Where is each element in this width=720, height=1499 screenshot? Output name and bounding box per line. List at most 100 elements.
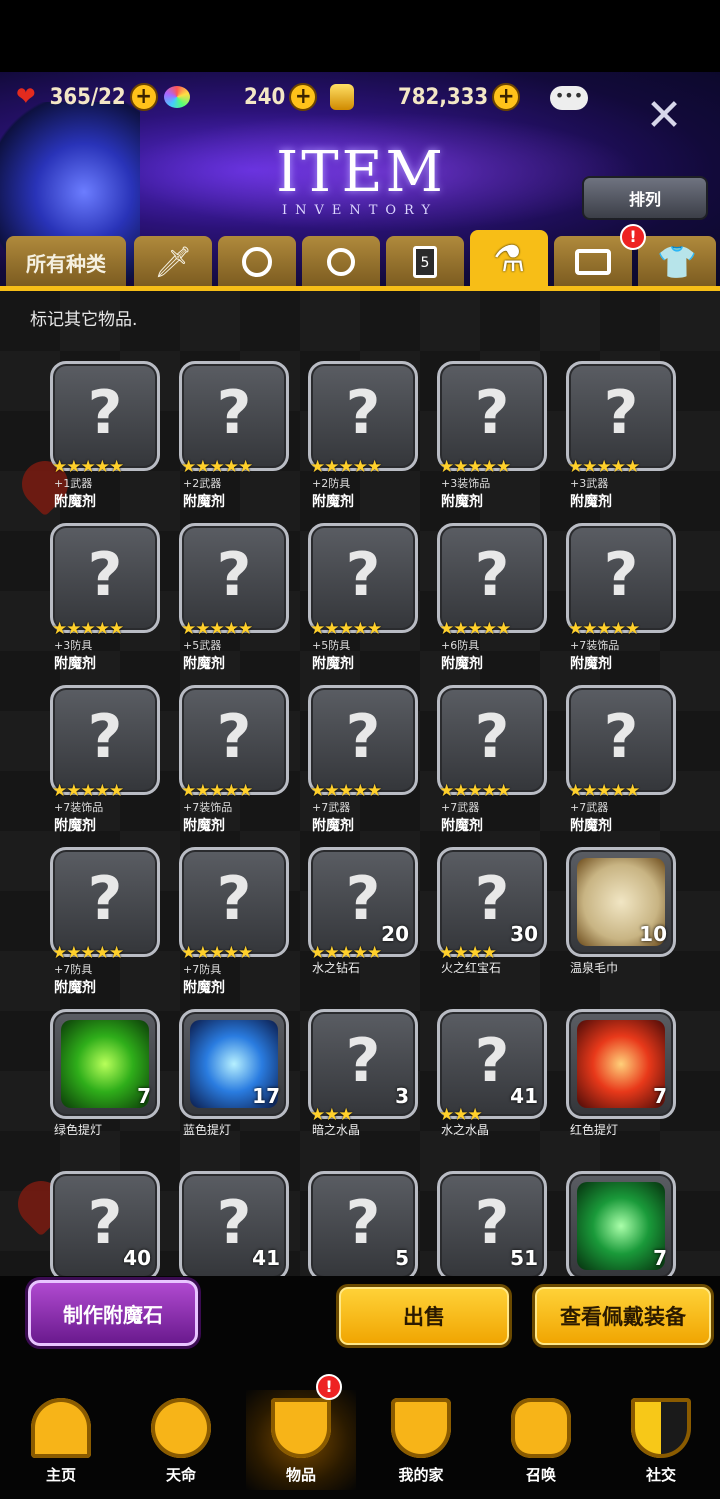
inventory-item[interactable]: ? ★★★★★ +5防具 附魔剂 xyxy=(308,523,428,683)
view-equipped-button[interactable]: 查看佩戴装备 xyxy=(532,1284,714,1348)
add-gold-button[interactable]: + xyxy=(492,83,521,111)
item-slot[interactable]: ? xyxy=(566,685,676,795)
nav-summon[interactable]: 召唤 xyxy=(486,1390,596,1490)
inventory-item[interactable]: ? 20 ★★★★★ 水之钻石 xyxy=(308,847,428,1007)
inventory-item[interactable]: ? ★★★★★ +5武器 附魔剂 xyxy=(179,523,299,683)
item-slot[interactable]: 7 xyxy=(50,1009,160,1119)
nav-social[interactable]: 社交 xyxy=(606,1390,716,1490)
red-lantern-art xyxy=(577,1020,665,1108)
inventory-item[interactable]: ? ★★★★★ +7装饰品 附魔剂 xyxy=(179,685,299,845)
nav-destiny[interactable]: 天命 xyxy=(126,1390,236,1490)
item-slot[interactable]: 17 xyxy=(179,1009,289,1119)
item-slot[interactable]: ? xyxy=(179,685,289,795)
item-slot[interactable]: ? xyxy=(308,685,418,795)
item-slot[interactable]: ? xyxy=(179,361,289,471)
item-slot[interactable]: ? xyxy=(179,523,289,633)
inventory-item[interactable]: ? ★★★★★ +6防具 附魔剂 xyxy=(437,523,557,683)
item-slot[interactable]: ? xyxy=(308,361,418,471)
inventory-item[interactable]: ? ★★★★★ +7武器 附魔剂 xyxy=(308,685,428,845)
inventory-item[interactable]: ? 41 ★★★ 水之水晶 xyxy=(437,1009,557,1169)
item-subtitle: +7防具 xyxy=(183,963,222,976)
tab-materials[interactable]: ⚗ xyxy=(470,230,548,288)
gold-resource: 782,333 + xyxy=(330,82,521,112)
unknown-item-icon: ? xyxy=(87,378,123,448)
costume-icon: 👕 xyxy=(657,243,697,281)
inventory-item[interactable]: ? ★★★★★ +3防具 附魔剂 xyxy=(50,523,170,683)
nav-home[interactable]: 主页 xyxy=(6,1390,116,1490)
item-slot[interactable]: ? xyxy=(437,361,547,471)
tab-weapons[interactable]: 🗡 xyxy=(134,236,212,288)
item-name: 水之钻石 xyxy=(312,961,361,975)
item-slot[interactable]: ? 30 xyxy=(437,847,547,957)
item-slot[interactable]: ? 20 xyxy=(308,847,418,957)
item-count: 5 xyxy=(395,1246,409,1270)
inventory-item[interactable]: 7 xyxy=(566,1171,686,1276)
inventory-item[interactable]: ? ★★★★★ +2防具 附魔剂 xyxy=(308,361,428,521)
nav-items[interactable]: 物品 xyxy=(246,1390,356,1490)
item-slot[interactable]: ? 41 xyxy=(437,1009,547,1119)
item-slot[interactable]: ? 40 xyxy=(50,1171,160,1276)
item-slot[interactable]: ? xyxy=(50,847,160,957)
inventory-item[interactable]: 10 温泉毛巾 xyxy=(566,847,686,1007)
inventory-item[interactable]: ? 5 xyxy=(308,1171,428,1276)
tab-armor[interactable] xyxy=(218,236,296,288)
inventory-item[interactable]: ? ★★★★★ +7武器 附魔剂 xyxy=(566,685,686,845)
inventory-item[interactable]: ? ★★★★★ +7装饰品 附魔剂 xyxy=(566,523,686,683)
sell-button[interactable]: 出售 xyxy=(336,1284,512,1348)
item-slot[interactable]: ? 3 xyxy=(308,1009,418,1119)
inventory-item[interactable]: ? ★★★★★ +1武器 附魔剂 xyxy=(50,361,170,521)
tab-costumes[interactable]: 👕 xyxy=(638,236,716,288)
inventory-item[interactable]: ? ★★★★★ +7装饰品 附魔剂 xyxy=(50,685,170,845)
item-slot[interactable]: ? xyxy=(50,685,160,795)
item-slot[interactable]: ? xyxy=(179,847,289,957)
item-star-rating: ★★★★★ xyxy=(52,457,124,477)
item-name: 附魔剂 xyxy=(183,980,225,996)
inventory-item[interactable]: ? 40 xyxy=(50,1171,170,1276)
inventory-item[interactable]: ? 30 ★★★★ 火之红宝石 xyxy=(437,847,557,1007)
inventory-item[interactable]: 17 蓝色提灯 xyxy=(179,1009,299,1169)
item-slot[interactable]: ? xyxy=(50,523,160,633)
item-slot[interactable]: ? xyxy=(437,523,547,633)
nav-my-home[interactable]: 我的家 xyxy=(366,1390,476,1490)
inventory-item[interactable]: ? ★★★★★ +3装饰品 附魔剂 xyxy=(437,361,557,521)
item-slot[interactable]: 7 xyxy=(566,1009,676,1119)
tab-cards[interactable]: 5 xyxy=(386,236,464,288)
inventory-item[interactable]: ? 51 xyxy=(437,1171,557,1276)
add-gems-button[interactable]: + xyxy=(289,83,318,111)
tab-tickets[interactable] xyxy=(554,236,632,288)
item-slot[interactable]: 7 xyxy=(566,1171,676,1276)
item-slot[interactable]: ? 51 xyxy=(437,1171,547,1276)
item-slot[interactable]: 10 xyxy=(566,847,676,957)
item-slot[interactable]: ? xyxy=(566,361,676,471)
inventory-item[interactable]: ? 41 xyxy=(179,1171,299,1276)
sort-button[interactable]: 排列 xyxy=(582,176,708,220)
item-star-rating: ★★★★★ xyxy=(439,781,511,801)
item-slot[interactable]: ? xyxy=(50,361,160,471)
item-subtitle: +7装饰品 xyxy=(570,639,620,652)
inventory-item[interactable]: ? 3 ★★★ 暗之水晶 xyxy=(308,1009,428,1169)
inventory-item[interactable]: ? ★★★★★ +7武器 附魔剂 xyxy=(437,685,557,845)
inventory-item[interactable]: 7 绿色提灯 xyxy=(50,1009,170,1169)
item-slot[interactable]: ? 41 xyxy=(179,1171,289,1276)
inventory-item[interactable]: ? ★★★★★ +7防具 附魔剂 xyxy=(179,847,299,1007)
chat-icon[interactable]: ••• xyxy=(550,86,588,110)
item-subtitle: +3防具 xyxy=(54,639,93,652)
item-slot[interactable]: ? 5 xyxy=(308,1171,418,1276)
inventory-item[interactable]: ? ★★★★★ +3武器 附魔剂 xyxy=(566,361,686,521)
tab-accessories[interactable] xyxy=(302,236,380,288)
inventory-item[interactable]: ? ★★★★★ +7防具 附魔剂 xyxy=(50,847,170,1007)
item-subtitle: +7装饰品 xyxy=(54,801,104,814)
item-slot[interactable]: ? xyxy=(308,523,418,633)
inventory-item[interactable]: 7 红色提灯 xyxy=(566,1009,686,1169)
inventory-item[interactable]: ? ★★★★★ +2武器 附魔剂 xyxy=(179,361,299,521)
item-name: 附魔剂 xyxy=(312,494,354,510)
item-name: 附魔剂 xyxy=(570,656,612,672)
item-subtitle: +7装饰品 xyxy=(183,801,233,814)
close-icon[interactable]: ✕ xyxy=(644,94,684,138)
tab-all[interactable]: 所有种类 xyxy=(6,236,126,288)
item-slot[interactable]: ? xyxy=(566,523,676,633)
craft-enchant-stone-button[interactable]: 制作附魔石 xyxy=(28,1280,198,1346)
add-hearts-button[interactable]: + xyxy=(129,83,158,111)
item-slot[interactable]: ? xyxy=(437,685,547,795)
gem-icon xyxy=(164,86,190,108)
